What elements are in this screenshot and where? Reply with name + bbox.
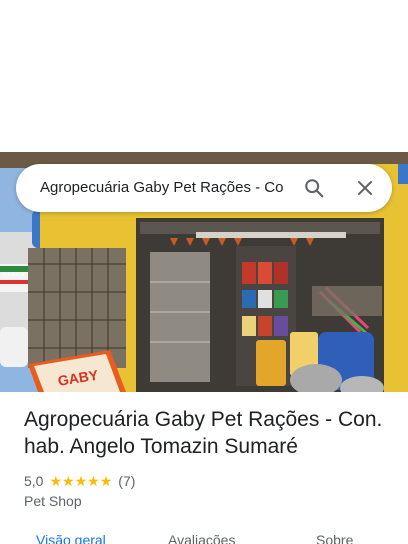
search-input[interactable]: Agropecuária Gaby Pet Rações - Co	[40, 164, 302, 212]
star-icon: ★	[74, 473, 88, 489]
banner-text: ALFAIATE	[2, 272, 26, 278]
blank-area	[0, 0, 408, 152]
star-icon: ★	[87, 473, 100, 489]
rating-row[interactable]: 5,0 ★ ★ ★ ★ ★ (7)	[24, 472, 135, 490]
place-title: Agropecuária Gaby Pet Rações - Con. hab.…	[24, 408, 383, 458]
star-icon: ★	[49, 473, 63, 489]
tab-bar: Visão geral Avaliações Sobre	[0, 530, 408, 544]
search-icon	[305, 179, 324, 198]
close-button[interactable]	[349, 172, 381, 204]
review-count[interactable]: (7)	[118, 473, 135, 489]
rating-value: 5,0	[24, 473, 44, 489]
tab-overview[interactable]: Visão geral	[36, 530, 106, 544]
tab-about[interactable]: Sobre	[316, 530, 353, 544]
star-icon: ★	[99, 473, 113, 489]
place-category[interactable]: Pet Shop	[24, 493, 82, 509]
search-bar[interactable]: Agropecuária Gaby Pet Rações - Co	[16, 164, 392, 212]
close-icon	[358, 181, 372, 195]
rating-stars: ★ ★ ★ ★ ★	[49, 474, 112, 488]
star-icon: ★	[62, 473, 75, 489]
search-button[interactable]	[298, 172, 330, 204]
tab-reviews[interactable]: Avaliações	[168, 530, 235, 544]
